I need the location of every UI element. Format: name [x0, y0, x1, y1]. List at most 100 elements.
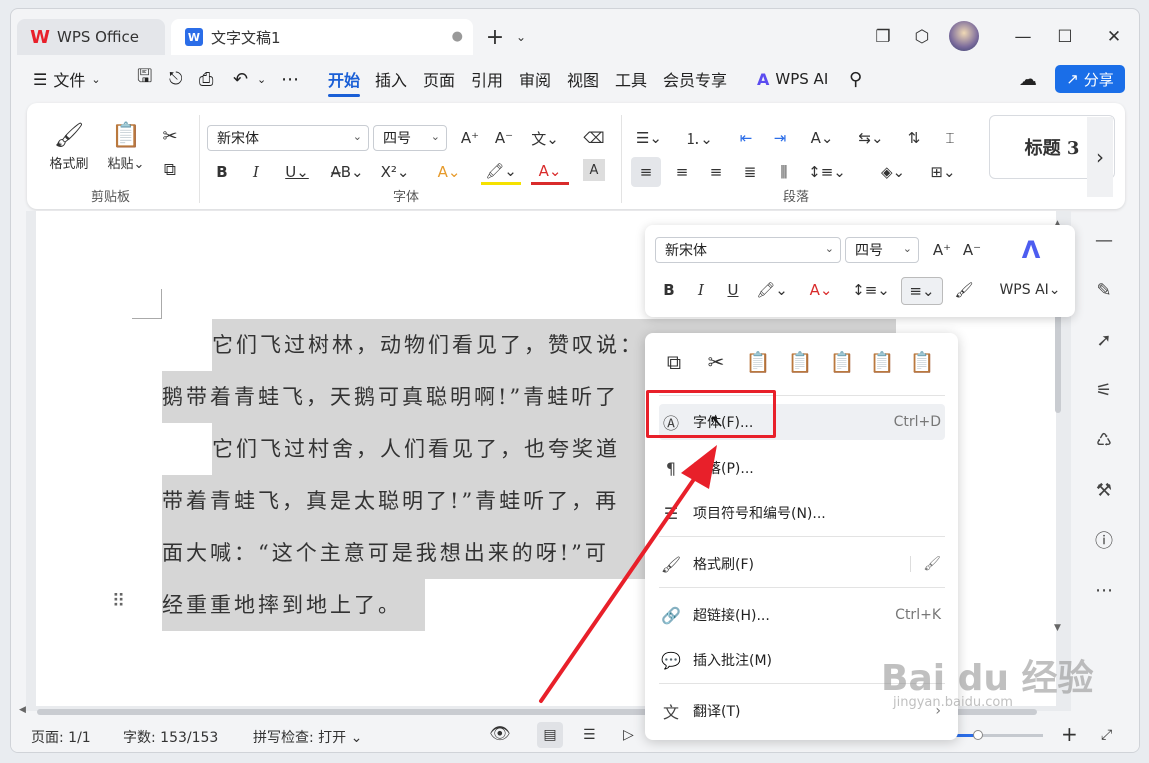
tab-tools[interactable]: 工具	[615, 67, 647, 91]
help-icon[interactable]: ⓘ	[1091, 527, 1117, 553]
mini-font-name-select[interactable]: 新宋体 ⌄	[655, 237, 841, 263]
sort-az-icon[interactable]: ⇅	[901, 125, 927, 151]
tab-references[interactable]: 引用	[471, 67, 503, 91]
phonetic-guide-icon[interactable]: 文⌄	[527, 125, 563, 151]
window-switch-icon[interactable]: ❐	[869, 23, 897, 51]
format-painter-icon[interactable]: 🖌	[951, 277, 977, 303]
tab-member[interactable]: 会员专享	[663, 67, 727, 91]
decrease-indent-icon[interactable]: ⇤	[733, 125, 759, 151]
format-painter-button[interactable]: 🖌 格式刷	[43, 117, 95, 175]
export-icon[interactable]: ⎋	[169, 67, 182, 91]
fullscreen-icon[interactable]: ⤢	[1101, 727, 1112, 743]
bold-button[interactable]: B	[209, 159, 235, 185]
tools-icon[interactable]: ⚒	[1091, 477, 1117, 503]
bullets-button[interactable]: ☰⌄	[631, 125, 667, 151]
page-view-icon[interactable]: ▤	[537, 722, 563, 748]
sort-button[interactable]: ⇆⌄	[853, 125, 889, 151]
format-painter-lock-icon[interactable]: 🖌	[910, 556, 941, 572]
copy-icon[interactable]: ⧉	[659, 347, 689, 377]
grow-font-icon[interactable]: A⁺	[457, 125, 483, 151]
maximize-button[interactable]: ☐	[1051, 23, 1079, 51]
bold-button[interactable]: B	[657, 277, 681, 303]
more-icon[interactable]: ⋯	[281, 67, 299, 91]
highlight-button[interactable]: 🖍⌄	[481, 159, 521, 185]
scroll-left-icon[interactable]: ◀	[19, 705, 26, 715]
italic-button[interactable]: I	[243, 159, 269, 185]
outline-view-icon[interactable]: ☰	[583, 727, 596, 743]
pointer-icon[interactable]: ➚	[1091, 327, 1117, 353]
strikethrough-button[interactable]: A̶B⌄	[327, 159, 367, 185]
line-spacing-button[interactable]: ↕≡⌄	[851, 277, 891, 303]
pen-icon[interactable]: ✎	[1091, 277, 1117, 303]
tab-review[interactable]: 审阅	[519, 67, 551, 91]
word-count[interactable]: 字数: 153/153	[123, 727, 218, 747]
zoom-slider-knob[interactable]	[973, 730, 983, 740]
save-icon[interactable]: 🖫	[137, 66, 152, 91]
sliders-icon[interactable]: ⚟	[1091, 377, 1117, 403]
paste-button[interactable]: 📋 粘贴⌄	[103, 117, 149, 175]
file-menu[interactable]: ☰ 文件 ⌄	[33, 67, 101, 91]
clear-format-icon[interactable]: ⌫	[581, 125, 607, 151]
line-spacing-button[interactable]: ↕≡⌄	[807, 159, 847, 185]
tab-insert[interactable]: 插入	[375, 67, 407, 91]
borders-button[interactable]: ⊞⌄	[925, 159, 961, 185]
show-marks-icon[interactable]: ⌶	[937, 125, 963, 151]
search-icon[interactable]: ⚲	[849, 67, 862, 91]
numbering-button[interactable]: ⒈⌄	[681, 125, 717, 151]
play-icon[interactable]: ▷	[623, 727, 634, 743]
new-tab-button[interactable]: +	[481, 23, 509, 51]
ai-assist-icon[interactable]: ♺	[1091, 427, 1117, 453]
paste-text-icon[interactable]: 📋	[827, 347, 857, 377]
align-left-button[interactable]: ≡	[631, 157, 661, 187]
zoom-in-button[interactable]: +	[1061, 722, 1078, 746]
mini-wps-ai-button[interactable]: WPS AI ⌄	[995, 277, 1065, 303]
text-direction-button[interactable]: A⌄	[803, 125, 841, 151]
paste-icon[interactable]: 📋	[743, 347, 773, 377]
text-effect-button[interactable]: A⌄	[431, 159, 467, 185]
underline-button[interactable]: U⌄	[279, 159, 315, 185]
spell-check-toggle[interactable]: 拼写检查: 打开 ⌄	[253, 727, 362, 747]
mini-font-size-select[interactable]: 四号 ⌄	[845, 237, 919, 263]
font-size-select[interactable]: 四号 ⌄	[373, 125, 447, 151]
highlight-button[interactable]: 🖍⌄	[753, 277, 791, 303]
justify-button[interactable]: ≣	[737, 159, 763, 185]
superscript-button[interactable]: X²⌄	[377, 159, 413, 185]
collapse-icon[interactable]: —	[1091, 227, 1117, 253]
paste-history-icon[interactable]: 📋	[907, 347, 937, 377]
print-icon[interactable]: ⎙	[199, 67, 213, 91]
share-button[interactable]: ↗ 分享	[1055, 65, 1125, 93]
tab-document[interactable]: W 文字文稿1 ●	[171, 19, 473, 55]
cut-icon[interactable]: ✂	[157, 123, 183, 149]
underline-button[interactable]: U	[721, 277, 745, 303]
shading-button[interactable]: ◈⌄	[875, 159, 911, 185]
avatar[interactable]	[949, 21, 979, 51]
chevron-down-icon[interactable]: ⌄	[257, 67, 266, 91]
tab-page[interactable]: 页面	[423, 67, 455, 91]
distribute-button[interactable]: ⫼	[771, 159, 797, 185]
eye-icon[interactable]: 👁	[489, 724, 511, 744]
char-shading-button[interactable]: A	[583, 159, 605, 181]
close-button[interactable]: ✕	[1100, 23, 1128, 51]
scroll-thumb[interactable]	[1055, 303, 1061, 413]
tab-view[interactable]: 视图	[567, 67, 599, 91]
undo-icon[interactable]: ↶	[233, 67, 248, 91]
paste-format-icon[interactable]: 📋	[785, 347, 815, 377]
shrink-font-icon[interactable]: A⁻	[491, 125, 517, 151]
font-color-button[interactable]: A⌄	[531, 159, 569, 185]
align-button[interactable]: ≡⌄	[901, 277, 943, 305]
copy-icon[interactable]: ⧉	[157, 157, 183, 183]
cube-icon[interactable]: ⬡	[908, 23, 936, 51]
style-gallery-next-icon[interactable]: ›	[1087, 117, 1113, 197]
cut-icon[interactable]: ✂	[701, 347, 731, 377]
font-color-button[interactable]: A⌄	[803, 277, 839, 303]
grow-font-icon[interactable]: A⁺	[929, 237, 955, 263]
page-indicator[interactable]: 页面: 1/1	[31, 727, 91, 747]
shrink-font-icon[interactable]: A⁻	[959, 237, 985, 263]
cloud-chat-icon[interactable]: ☁	[1019, 67, 1037, 91]
minimize-button[interactable]: —	[1009, 23, 1037, 51]
align-center-button[interactable]: ≡	[669, 159, 695, 185]
font-name-select[interactable]: 新宋体 ⌄	[207, 125, 369, 151]
tab-wps-office[interactable]: W WPS Office	[17, 19, 165, 55]
paste-list-icon[interactable]: 📋	[867, 347, 897, 377]
scroll-down-icon[interactable]: ▼	[1054, 623, 1061, 633]
